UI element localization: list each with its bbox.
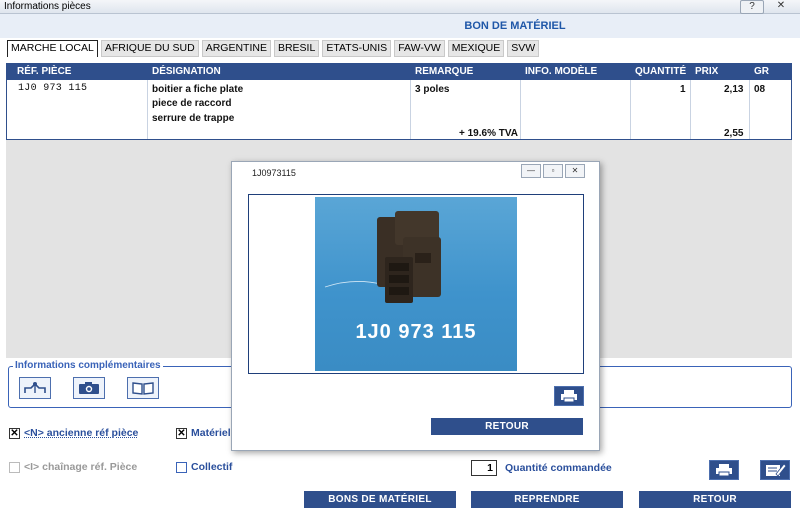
cell-ref: 1J0 973 115 bbox=[18, 83, 88, 94]
col-ref: RÉF. PIÈCE bbox=[17, 66, 72, 77]
col-designation: DÉSIGNATION bbox=[152, 66, 221, 77]
popup-window-controls: — ▫ ✕ bbox=[521, 164, 585, 178]
chainage-checkbox bbox=[9, 462, 20, 473]
connector-illustration bbox=[324, 211, 441, 303]
popup-retour-button[interactable]: RETOUR bbox=[431, 418, 583, 435]
diagram-icon bbox=[24, 382, 46, 393]
cell-remarque: 3 poles bbox=[415, 84, 450, 95]
cell-prix: 2,13 bbox=[724, 84, 744, 95]
info-complementaires-label: Informations complémentaires bbox=[13, 360, 163, 371]
page-title: BON DE MATÉRIEL bbox=[464, 20, 566, 32]
documentation-button[interactable] bbox=[127, 377, 159, 399]
chainage-label: <I> chaînage réf. Pièce bbox=[24, 461, 138, 473]
print-button[interactable] bbox=[709, 460, 739, 480]
materiel-checkbox[interactable]: ✕ bbox=[176, 428, 187, 439]
tab-etats-unis[interactable]: ETATS-UNIS bbox=[322, 40, 392, 57]
col-remarque: REMARQUE bbox=[415, 66, 474, 77]
cell-prix-ttc: 2,55 bbox=[724, 128, 744, 139]
col-gr: GR bbox=[754, 66, 769, 77]
quantite-input[interactable]: 1 bbox=[471, 460, 497, 476]
part-image-popup: 1J0973115 — ▫ ✕ 1J0 973 115 RETOUR bbox=[231, 161, 600, 451]
printer-icon bbox=[561, 390, 577, 403]
tab-mexique[interactable]: MEXIQUE bbox=[447, 40, 505, 57]
window-title: Informations pièces bbox=[4, 1, 91, 12]
cell-designation-3: serrure de trappe bbox=[152, 113, 235, 124]
market-tabs: MARCHE LOCAL AFRIQUE DU SUD ARGENTINE BR… bbox=[7, 40, 540, 57]
popup-title: 1J0973115 bbox=[252, 168, 296, 178]
edit-notes-button[interactable] bbox=[760, 460, 790, 480]
window-title-bar: Informations pièces ? ✕ bbox=[0, 0, 800, 14]
popup-close-button[interactable]: ✕ bbox=[565, 164, 585, 178]
close-window-button[interactable]: ✕ bbox=[770, 0, 792, 12]
ancienne-ref-label: <N> ancienne réf pièce bbox=[24, 427, 139, 439]
tab-bresil[interactable]: BRESIL bbox=[273, 40, 320, 57]
cell-designation-2: piece de raccord bbox=[152, 98, 232, 109]
bons-de-materiel-button[interactable]: BONS DE MATÉRIEL bbox=[304, 491, 456, 508]
part-number-caption: 1J0 973 115 bbox=[355, 321, 477, 343]
col-info-modele: INFO. MODÈLE bbox=[525, 66, 598, 77]
camera-icon bbox=[79, 382, 99, 394]
reprendre-button[interactable]: REPRENDRE bbox=[471, 491, 623, 508]
materiel-label: Matériel bbox=[191, 427, 231, 439]
cell-designation-1: boitier a fiche plate bbox=[152, 84, 244, 95]
collectif-checkbox[interactable] bbox=[176, 462, 187, 473]
cell-tva-label: + 19.6% TVA bbox=[459, 128, 519, 139]
tab-afrique-du-sud[interactable]: AFRIQUE DU SUD bbox=[100, 40, 199, 57]
header-strip: BON DE MATÉRIEL bbox=[0, 14, 800, 38]
tab-svw[interactable]: SVW bbox=[507, 40, 540, 57]
vehicle-diagram-button[interactable] bbox=[19, 377, 51, 399]
tab-marche-local[interactable]: MARCHE LOCAL bbox=[7, 40, 98, 57]
popup-print-button[interactable] bbox=[554, 386, 584, 406]
cell-gr: 08 bbox=[754, 84, 766, 95]
tab-faw-vw[interactable]: FAW-VW bbox=[394, 40, 445, 57]
maximize-button[interactable]: ▫ bbox=[543, 164, 563, 178]
tab-argentine[interactable]: ARGENTINE bbox=[201, 40, 271, 57]
parts-table: RÉF. PIÈCE DÉSIGNATION REMARQUE INFO. MO… bbox=[6, 63, 792, 140]
photo-button[interactable] bbox=[73, 377, 105, 399]
cell-quantite: 1 bbox=[680, 84, 686, 95]
retour-button[interactable]: RETOUR bbox=[639, 491, 791, 508]
help-button[interactable]: ? bbox=[740, 0, 764, 14]
edit-document-icon bbox=[766, 463, 786, 477]
ancienne-ref-checkbox[interactable]: ✕ bbox=[9, 428, 20, 439]
collectif-label: Collectif bbox=[191, 461, 233, 473]
table-header: RÉF. PIÈCE DÉSIGNATION REMARQUE INFO. MO… bbox=[7, 64, 791, 80]
quantite-label: Quantité commandée bbox=[505, 462, 612, 474]
book-icon bbox=[132, 382, 154, 395]
part-photo: 1J0 973 115 bbox=[315, 197, 517, 371]
col-quantite: QUANTITÉ bbox=[635, 66, 687, 77]
col-prix: PRIX bbox=[695, 66, 719, 77]
part-image-frame: 1J0 973 115 bbox=[248, 194, 584, 374]
minimize-button[interactable]: — bbox=[521, 164, 541, 178]
printer-icon bbox=[716, 464, 732, 477]
